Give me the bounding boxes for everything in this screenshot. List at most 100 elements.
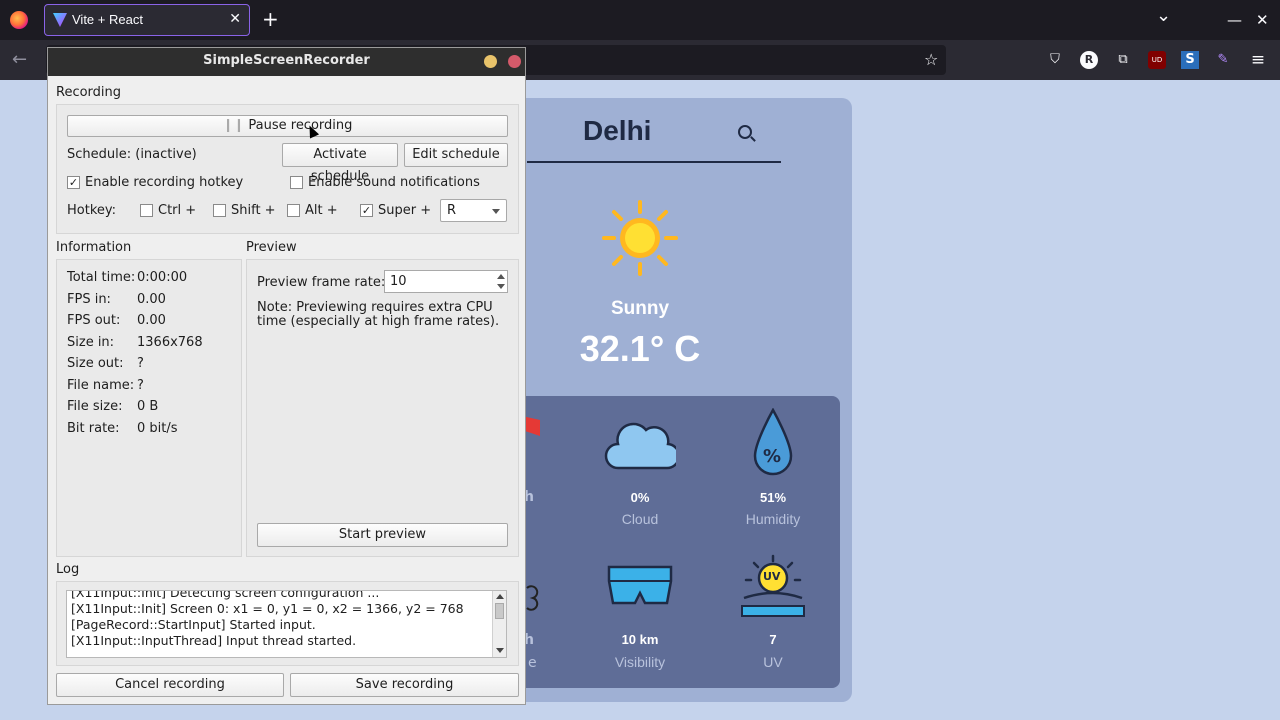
cloud-value: 0% <box>630 490 650 505</box>
info-label: FPS out: <box>67 313 121 328</box>
start-preview-button[interactable]: Start preview <box>257 523 508 547</box>
humidity-drop-icon <box>753 408 793 476</box>
log-line: [X11Input::Init] Screen 0: x1 = 0, y1 = … <box>71 601 464 616</box>
list-tabs-icon[interactable]: ⌄ <box>1156 6 1171 26</box>
hotkey-key-value: R <box>447 203 457 218</box>
edit-schedule-button[interactable]: Edit schedule <box>404 143 508 167</box>
uv-sun-icon <box>741 554 805 617</box>
log-lines: [X11Input::Init] Detecting screen config… <box>71 590 491 649</box>
information-group-label: Information <box>56 240 132 255</box>
log-line: [X11Input::InputThread] Input thread sta… <box>71 633 357 648</box>
shift-label: Shift + <box>231 203 276 218</box>
extensions-icon[interactable]: ⧉ <box>1114 51 1132 69</box>
visibility-value: 10 km <box>621 632 659 647</box>
preview-rate-label: Preview frame rate: <box>257 275 386 290</box>
tab-close-icon[interactable]: ✕ <box>229 11 241 27</box>
recording-group-label: Recording <box>56 85 122 100</box>
window-close-button[interactable] <box>508 55 521 68</box>
save-recording-button[interactable]: Save recording <box>290 673 519 697</box>
window-minimize-button[interactable] <box>484 55 497 68</box>
info-value: 0 bit/s <box>137 420 178 436</box>
humidity-percent-symbol: % <box>763 446 782 467</box>
log-line: [PageRecord::StartInput] Started input. <box>71 617 316 632</box>
ublock-icon[interactable]: UD <box>1148 51 1166 69</box>
humidity-label: Humidity <box>745 511 801 527</box>
info-value: ? <box>137 377 144 393</box>
uv-badge: UV <box>763 570 781 583</box>
tab-vite-react[interactable]: Vite + React ✕ <box>44 4 250 36</box>
info-value: 1366x768 <box>137 334 203 350</box>
info-label: FPS in: <box>67 291 111 307</box>
enable-hotkey-checkbox[interactable]: ✓ <box>67 176 80 189</box>
enable-hotkey-label: Enable recording hotkey <box>85 175 244 190</box>
pause-recording-button[interactable]: ❙❙ Pause recording <box>67 115 508 137</box>
menu-icon[interactable]: ≡ <box>1249 51 1267 69</box>
log-line: [X11Input::Init] Detecting screen config… <box>71 590 380 600</box>
cancel-recording-button[interactable]: Cancel recording <box>56 673 284 697</box>
preview-rate-value: 10 <box>390 274 407 289</box>
partial-pressure-icon <box>526 585 539 611</box>
log-group-label: Log <box>56 562 80 577</box>
enable-sound-checkbox[interactable] <box>290 176 303 189</box>
visibility-goggles-icon <box>607 565 673 605</box>
humidity-value: 51% <box>759 490 787 505</box>
hotkey-key-select[interactable]: R <box>440 199 507 222</box>
info-label: Size in: <box>67 334 115 350</box>
log-output[interactable]: [X11Input::Init] Detecting screen config… <box>66 590 507 658</box>
bookmark-star-icon[interactable]: ☆ <box>924 50 938 69</box>
visibility-label: Visibility <box>614 654 666 670</box>
uv-label: UV <box>763 654 783 670</box>
firefox-logo-icon <box>10 11 28 29</box>
spin-up-icon[interactable] <box>497 274 505 279</box>
info-value: 0:00:00 <box>137 270 188 285</box>
preview-note-line-2: time (especially at high frame rates). <box>257 314 500 329</box>
alt-checkbox[interactable] <box>287 204 300 217</box>
ssr-title-bar[interactable]: SimpleScreenRecorder <box>48 48 525 76</box>
preview-rate-spinbox[interactable]: 10 <box>384 270 508 293</box>
preview-group-label: Preview <box>246 240 297 255</box>
chevron-down-icon <box>492 209 500 214</box>
pen-extension-icon[interactable]: ✎ <box>1214 51 1232 69</box>
ssr-window-title: SimpleScreenRecorder <box>203 53 370 68</box>
scroll-up-icon[interactable] <box>496 594 504 599</box>
pocket-icon[interactable]: ⛉ <box>1046 51 1064 69</box>
partial-stat-label: e <box>528 655 537 671</box>
s-extension-icon[interactable]: S <box>1181 51 1199 69</box>
tab-title: Vite + React <box>72 12 143 27</box>
pause-icon: ❙❙ <box>222 118 245 133</box>
info-value: 0.00 <box>137 291 166 307</box>
sun-icon <box>602 200 678 276</box>
pause-recording-label: Pause recording <box>248 118 353 133</box>
temperature: 32.1° C <box>579 328 701 369</box>
preview-note-line-1: Note: Previewing requires extra CPU <box>257 300 493 315</box>
spin-down-icon[interactable] <box>497 284 505 289</box>
uv-value: 7 <box>769 632 777 647</box>
window-close-button[interactable]: ✕ <box>1256 10 1269 30</box>
hotkey-label: Hotkey: <box>67 203 117 218</box>
enable-sound-label: Enable sound notifications <box>308 175 480 190</box>
info-value: 0 B <box>137 399 159 414</box>
alt-label: Alt + <box>305 203 338 218</box>
info-label: File size: <box>67 399 123 414</box>
activate-schedule-button[interactable]: Activate schedule <box>282 143 398 184</box>
info-value: ? <box>137 356 144 371</box>
super-checkbox[interactable]: ✓ <box>360 204 373 217</box>
scroll-down-icon[interactable] <box>496 648 504 653</box>
ctrl-checkbox[interactable] <box>140 204 153 217</box>
back-arrow-icon[interactable]: ← <box>12 49 27 70</box>
window-minimize-button[interactable]: — <box>1227 10 1242 30</box>
schedule-status: Schedule: (inactive) <box>67 147 197 162</box>
city-underline <box>527 161 781 163</box>
vite-favicon-icon <box>53 13 67 27</box>
scroll-thumb[interactable] <box>495 603 504 619</box>
search-icon[interactable] <box>738 125 752 139</box>
info-label: Size out: <box>67 356 124 371</box>
shift-checkbox[interactable] <box>213 204 226 217</box>
new-tab-button[interactable]: + <box>262 8 279 30</box>
account-icon[interactable]: R <box>1080 51 1098 69</box>
info-value: 0.00 <box>137 313 166 328</box>
log-scrollbar[interactable] <box>492 591 506 657</box>
ssr-window: SimpleScreenRecorder Recording ❙❙ Pause r… <box>47 47 526 705</box>
ctrl-label: Ctrl + <box>158 203 197 218</box>
info-label: Bit rate: <box>67 420 120 436</box>
